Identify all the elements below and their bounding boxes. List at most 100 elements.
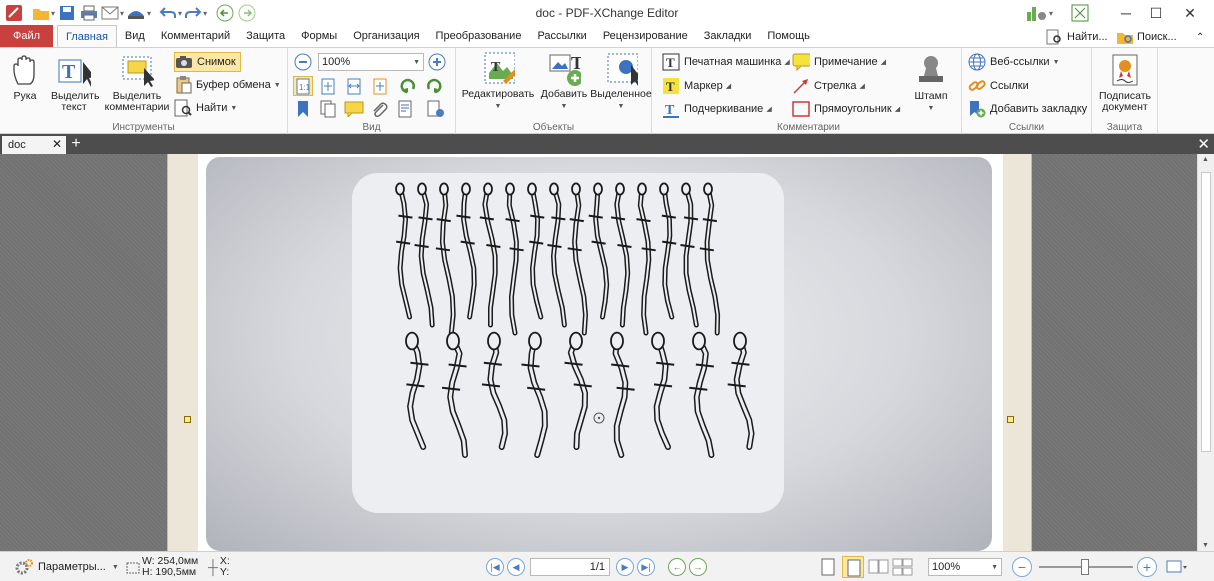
rotate-right-button[interactable] — [425, 76, 443, 96]
scan-icon[interactable]: ▾ — [126, 2, 151, 24]
single-page-icon[interactable] — [820, 558, 836, 576]
tab-mailings[interactable]: Рассылки — [529, 25, 594, 47]
add-bookmark-button[interactable]: Добавить закладку — [968, 99, 1087, 119]
tab-convert[interactable]: Преобразование — [428, 25, 530, 47]
status-zoom-select[interactable]: 100% ▼ — [928, 558, 1002, 576]
rectangle-button[interactable]: Прямоугольник ◢ — [792, 99, 900, 119]
tab-file[interactable]: Файл — [0, 25, 54, 47]
vertical-scrollbar[interactable]: ▲ ▼ — [1197, 154, 1214, 551]
undo-icon[interactable]: ▾ — [159, 2, 182, 24]
left-resize-handle[interactable] — [184, 416, 191, 423]
salamander-figure — [414, 182, 435, 328]
selected-button[interactable]: Выделенное ▼ — [590, 52, 652, 112]
view-options-icon[interactable] — [1166, 559, 1188, 575]
customize-icon[interactable]: ▾ — [1026, 2, 1053, 24]
tab-home[interactable]: Главная — [57, 25, 117, 47]
status-zoom-in-icon[interactable]: + — [1137, 557, 1157, 577]
back-view-icon[interactable]: ← — [668, 558, 686, 576]
scroll-up-icon[interactable]: ▲ — [1202, 156, 1209, 163]
page-number-input[interactable]: 1/1 — [530, 558, 610, 576]
add-label: Добавить — [540, 88, 588, 100]
page-number-value: 1/1 — [589, 561, 605, 573]
snapshot-button[interactable]: Снимок — [174, 52, 241, 72]
fullscreen-icon[interactable] — [1070, 2, 1090, 24]
comments-pane-button[interactable] — [344, 99, 364, 119]
document-viewport[interactable] — [0, 154, 1197, 551]
fit-page-button[interactable] — [319, 76, 337, 96]
page-settings-button[interactable] — [426, 99, 446, 119]
two-page-icon[interactable] — [868, 558, 890, 576]
back-icon[interactable] — [215, 2, 235, 24]
links-button[interactable]: Ссылки — [968, 76, 1029, 96]
find-icon — [1046, 29, 1061, 45]
email-icon[interactable]: ▾ — [101, 2, 124, 24]
note-button[interactable]: Примечание ◢ — [792, 52, 886, 72]
collapse-ribbon-icon[interactable]: ⌃ — [1196, 26, 1204, 48]
select-comments-button[interactable]: Выделить комментарии — [102, 54, 172, 113]
find-tool-button[interactable]: Найти ▼ — [174, 98, 237, 118]
tab-bookmarks[interactable]: Закладки — [696, 25, 760, 47]
search-button[interactable]: Поиск... — [1116, 26, 1177, 48]
web-links-button[interactable]: Веб-ссылки ▼ — [968, 52, 1060, 72]
select-text-button[interactable]: T Выделить текст — [48, 54, 100, 113]
zoom-out-button[interactable] — [294, 52, 312, 72]
marker-button[interactable]: T Маркер ◢ — [662, 76, 731, 96]
scroll-down-icon[interactable]: ▼ — [1202, 542, 1209, 549]
title-bar: ▾ ▾ ▾ ▾ ▾ doc - PDF-XChange Editor ▾ ─ ☐… — [0, 0, 1214, 26]
forward-icon[interactable] — [237, 2, 257, 24]
clipboard-button[interactable]: Буфер обмена ▼ — [174, 75, 281, 95]
zoom-slider-thumb[interactable] — [1081, 559, 1089, 575]
last-page-icon[interactable]: ▶| — [637, 558, 655, 576]
actual-size-button[interactable]: 1:1 — [293, 76, 313, 96]
fit-visible-button[interactable] — [371, 76, 389, 96]
options-button[interactable]: Параметры... ▼ — [14, 552, 119, 581]
tab-comment[interactable]: Комментарий — [153, 25, 238, 47]
arrow-button[interactable]: Стрелка ◢ — [792, 76, 865, 96]
pages-pane-button[interactable] — [319, 99, 337, 119]
zoom-in-button[interactable] — [428, 52, 446, 72]
tab-protect[interactable]: Защита — [238, 25, 293, 47]
hand-button[interactable]: Рука — [6, 54, 44, 102]
open-folder-icon[interactable]: ▾ — [32, 2, 55, 24]
attachments-pane-button[interactable] — [370, 99, 388, 119]
fit-width-button[interactable] — [345, 76, 363, 96]
salamander-figure — [689, 331, 715, 458]
tab-help[interactable]: Помощь — [759, 25, 818, 47]
find-button[interactable]: Найти... — [1046, 26, 1108, 48]
zoom-slider[interactable] — [1039, 558, 1133, 576]
zoom-select[interactable]: 100% ▼ — [318, 53, 424, 71]
sign-document-button[interactable]: Подписать документ — [1096, 54, 1154, 113]
first-page-icon[interactable]: |◀ — [486, 558, 504, 576]
previous-page-icon[interactable]: ◀ — [507, 558, 525, 576]
scrollbar-thumb[interactable] — [1201, 172, 1211, 452]
app-logo-icon[interactable] — [4, 2, 24, 24]
new-tab-button[interactable]: + — [68, 134, 84, 154]
tab-review[interactable]: Рецензирование — [595, 25, 696, 47]
edit-button[interactable]: T Редактировать ▼ — [460, 52, 536, 112]
tab-organize[interactable]: Организация — [345, 25, 427, 47]
document-tab[interactable]: doc ✕ — [2, 136, 66, 154]
page-image[interactable] — [206, 157, 992, 551]
status-zoom-out-icon[interactable]: − — [1012, 557, 1032, 577]
next-page-icon[interactable]: ▶ — [616, 558, 634, 576]
right-resize-handle[interactable] — [1007, 416, 1014, 423]
save-icon[interactable] — [57, 2, 77, 24]
underline-button[interactable]: T Подчеркивание ◢ — [662, 99, 772, 119]
rotate-left-button[interactable] — [399, 76, 417, 96]
redo-icon[interactable]: ▾ — [184, 2, 207, 24]
close-button[interactable]: ✕ — [1168, 0, 1212, 26]
bookmarks-pane-button[interactable] — [296, 99, 310, 119]
tab-view[interactable]: Вид — [117, 25, 153, 47]
tab-close-icon[interactable]: ✕ — [52, 137, 62, 151]
stamp-button[interactable]: Штамп ▼ — [910, 54, 952, 114]
document-properties-button[interactable] — [396, 99, 414, 119]
close-document-icon[interactable]: ✕ — [1197, 135, 1210, 153]
underline-label: Подчеркивание — [684, 103, 764, 115]
continuous-page-icon[interactable] — [842, 556, 864, 578]
two-page-continuous-icon[interactable] — [892, 558, 914, 576]
typewriter-button[interactable]: T Печатная машинка ◢ — [662, 52, 790, 72]
tab-forms[interactable]: Формы — [293, 25, 345, 47]
forward-view-icon[interactable]: → — [689, 558, 707, 576]
print-icon[interactable] — [79, 2, 99, 24]
add-button[interactable]: T Добавить ▼ — [536, 52, 592, 112]
